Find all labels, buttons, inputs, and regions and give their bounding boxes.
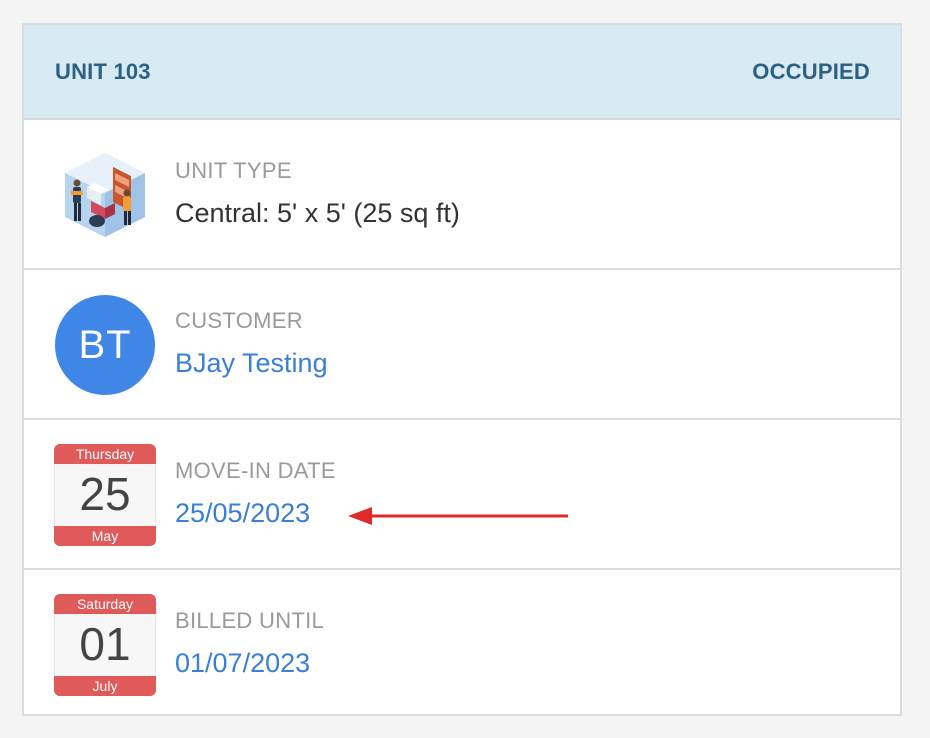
calendar-day: 01 [79, 618, 131, 670]
unit-type-row: UNIT TYPE Central: 5' x 5' (25 sq ft) [24, 120, 900, 270]
annotation-arrow-icon [348, 507, 568, 525]
unit-card: UNIT 103 OCCUPIED UNIT TYPE Central: 5' … [22, 23, 902, 716]
unit-type-label: UNIT TYPE [175, 158, 292, 183]
unit-header: UNIT 103 OCCUPIED [24, 25, 900, 120]
customer-avatar: BT [55, 295, 155, 395]
billed-until-calendar-icon: Saturday 01 July [54, 594, 156, 696]
unit-status-badge: OCCUPIED [752, 58, 870, 84]
unit-type-value: Central: 5' x 5' (25 sq ft) [175, 198, 460, 228]
billed-until-link[interactable]: 01/07/2023 [175, 648, 324, 678]
customer-name-link[interactable]: BJay Testing [175, 348, 328, 378]
calendar-day: 25 [79, 468, 131, 520]
move-in-date-row: Thursday 25 May MOVE-IN DATE 25/05/2023 [24, 420, 900, 570]
billed-until-label: BILLED UNTIL [175, 608, 325, 633]
calendar-month: May [54, 526, 156, 546]
calendar-weekday: Thursday [54, 444, 156, 464]
calendar-month: July [54, 676, 156, 696]
storage-unit-illustration-icon [54, 144, 156, 246]
move-in-date-link[interactable]: 25/05/2023 [175, 498, 336, 528]
move-in-calendar-icon: Thursday 25 May [54, 444, 156, 546]
billed-until-row: Saturday 01 July BILLED UNTIL 01/07/2023 [24, 570, 900, 720]
unit-number: UNIT 103 [55, 58, 151, 84]
customer-label: CUSTOMER [175, 308, 303, 333]
customer-row: BT CUSTOMER BJay Testing [24, 270, 900, 420]
move-in-date-label: MOVE-IN DATE [175, 458, 336, 483]
calendar-weekday: Saturday [54, 594, 156, 614]
